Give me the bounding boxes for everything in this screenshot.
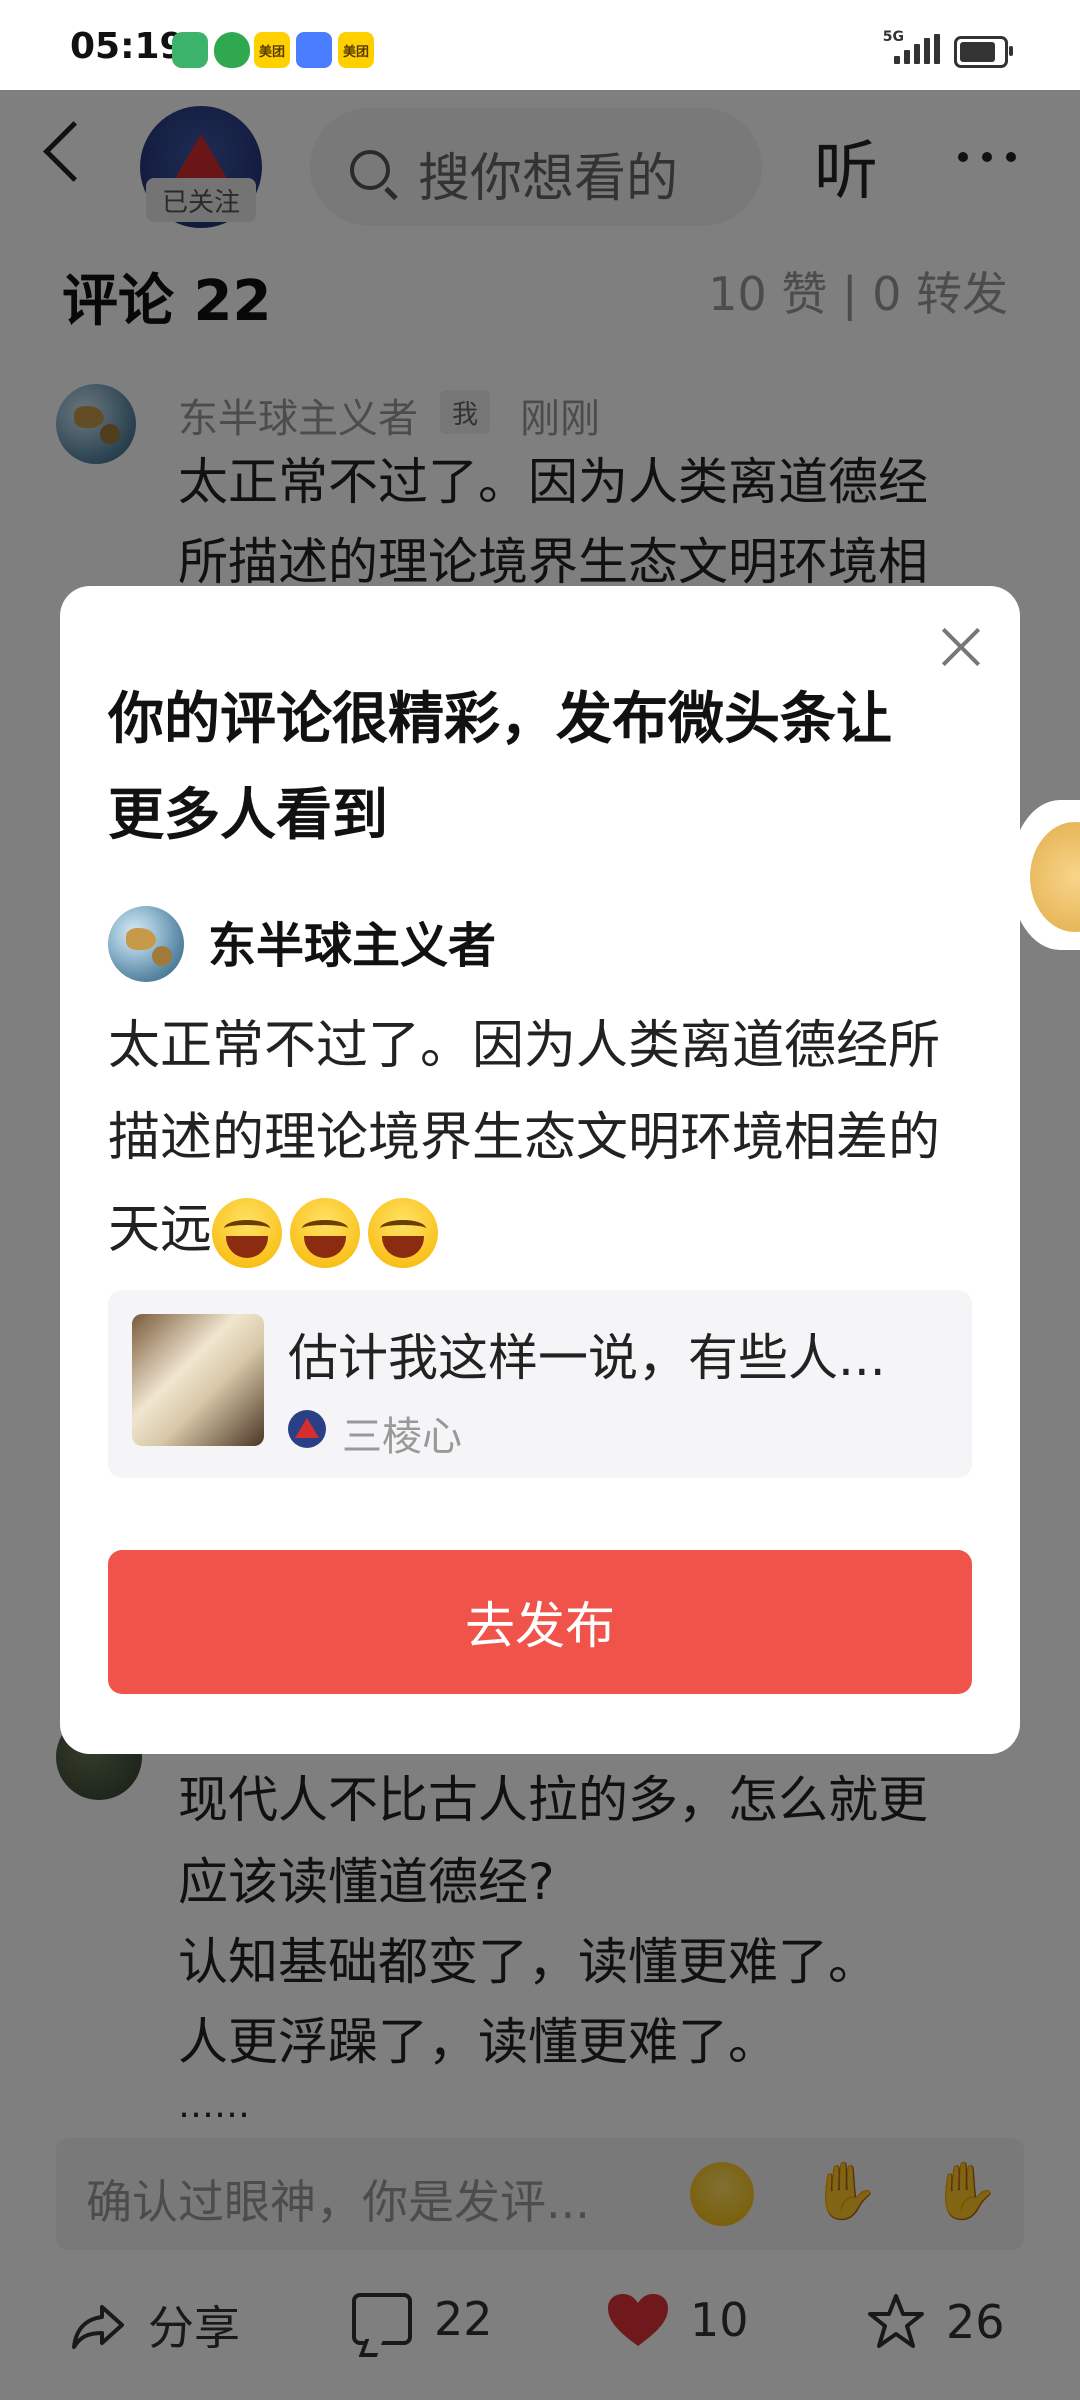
dialog-user-name: 东半球主义者 [208, 918, 497, 974]
dialog-text-line: 天远 [108, 1200, 213, 1260]
dialog-title: 你的评论很精彩，发布微头条让 更多人看到 [108, 672, 968, 864]
laugh-emoji-icon [368, 1198, 439, 1268]
battery-level [960, 42, 995, 62]
article-author-avatar [288, 1410, 326, 1448]
meituan-app-icon: 美团 [254, 32, 290, 68]
dialog-title-line: 更多人看到 [108, 783, 388, 848]
laugh-emoji-icon [212, 1198, 283, 1268]
laugh-emoji-icon [290, 1198, 361, 1268]
green-swirl-app-icon [172, 32, 208, 68]
dialog-text-line: 描述的理论境界生态文明环境相差的 [108, 1108, 941, 1168]
shield-app-icon [214, 32, 250, 68]
dialog-comment-text: 太正常不过了。因为人类离道德经所 描述的理论境界生态文明环境相差的 天远 [108, 1000, 988, 1276]
meituan-app-icon-2: 美团 [338, 32, 374, 68]
signal-icon [894, 34, 940, 64]
article-title: 估计我这样一说，有些人... [288, 1329, 886, 1387]
article-author-name: 三棱心 [342, 1414, 462, 1460]
blue-app-icon [296, 32, 332, 68]
close-icon[interactable] [936, 622, 986, 672]
dialog-user-avatar [108, 906, 184, 982]
dialog-text-line-with-emoji: 天远 [108, 1184, 988, 1276]
battery-icon [954, 36, 1013, 68]
status-time: 05:19 [70, 26, 185, 67]
dialog-title-line: 你的评论很精彩，发布微头条让 [108, 687, 892, 752]
article-thumbnail [132, 1314, 264, 1446]
publish-button[interactable]: 去发布 [108, 1550, 972, 1694]
dialog-text-line: 太正常不过了。因为人类离道德经所 [108, 1016, 941, 1076]
